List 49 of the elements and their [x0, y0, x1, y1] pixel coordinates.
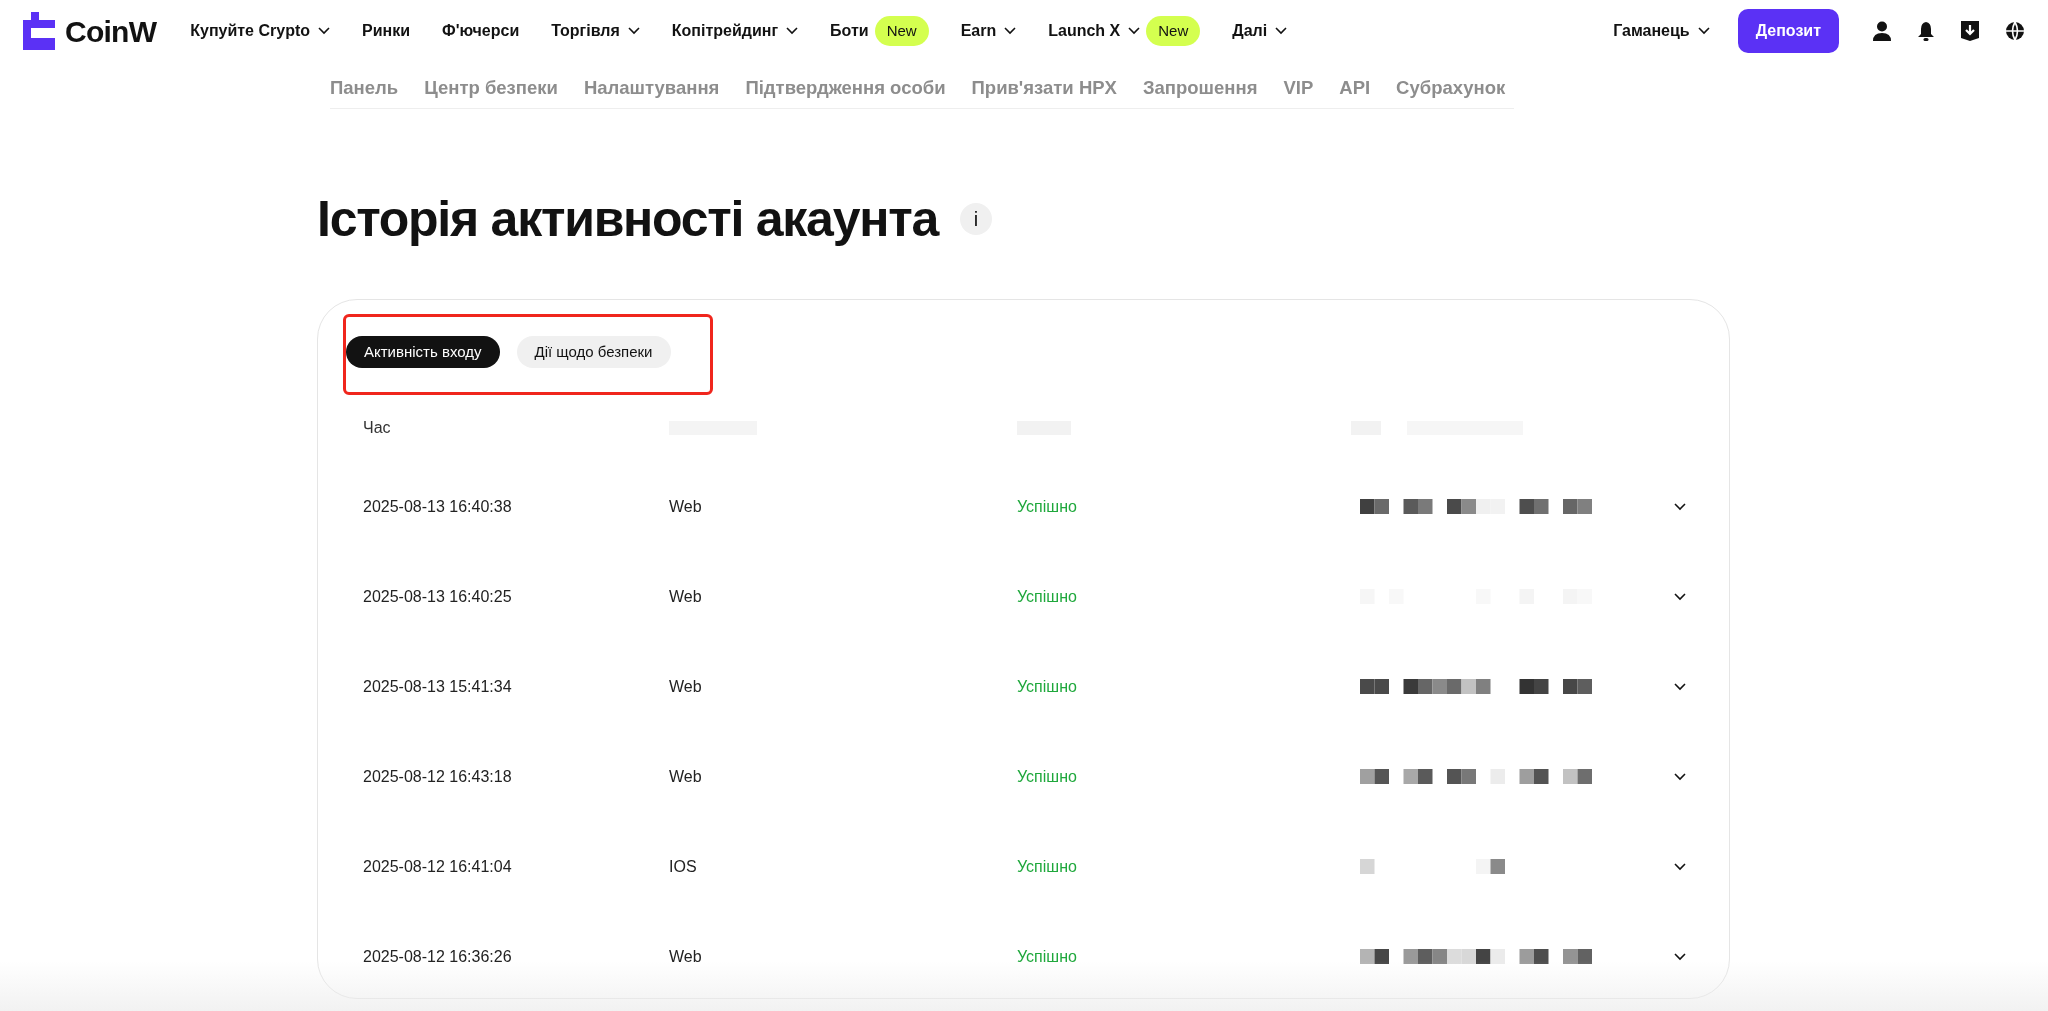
chevron-icon [1674, 862, 1686, 871]
nav-link[interactable]: Ф'ючерси [442, 19, 520, 43]
time-cell-text: 2025-08-13 16:40:38 [363, 496, 513, 517]
nav-link[interactable]: Далі [1232, 19, 1288, 43]
nav-link[interactable]: Торгівля [551, 19, 640, 43]
chevron-icon [1674, 592, 1686, 601]
nav-link[interactable]: Earn [960, 19, 1017, 43]
chevron-icon [1674, 772, 1686, 781]
chevron-icon [1674, 952, 1686, 961]
column-header: Час [363, 417, 392, 438]
user-icon[interactable] [1873, 21, 1891, 41]
nav-link[interactable]: Launch X [1048, 19, 1141, 43]
status-cell-text: Успішно [1017, 856, 1078, 877]
deposit-button[interactable]: Депозит [1737, 9, 1839, 53]
status-cell-text: Успішно [1017, 586, 1078, 607]
device-cell-text: Web [669, 586, 703, 607]
filter-tab[interactable]: Активність входу [346, 335, 500, 368]
logo-icon [23, 12, 55, 50]
device-cell-text: Web [669, 676, 703, 697]
chevron-icon [1674, 502, 1686, 511]
time-cell-text: 2025-08-13 16:40:25 [363, 586, 513, 607]
device-cell-text: Web [669, 766, 703, 787]
download-icon[interactable] [1961, 21, 1979, 41]
filter-tab[interactable]: Дії щодо безпеки [516, 335, 671, 368]
wallet-menu[interactable]: Гаманець [1613, 19, 1710, 43]
logo-text[interactable]: CoinW [65, 8, 157, 54]
bell-icon[interactable] [1917, 21, 1935, 41]
nav-link[interactable]: Купуйте Crypto [190, 19, 330, 43]
info-button[interactable]: i [959, 202, 992, 235]
caret-icon [1697, 27, 1710, 35]
time-cell-text: 2025-08-12 16:36:26 [363, 946, 513, 967]
nav-link[interactable]: Копітрейдинг [671, 19, 799, 43]
globe-icon[interactable] [2005, 21, 2025, 41]
device-cell-text: Web [669, 946, 703, 967]
new-badge: New [874, 15, 929, 47]
page-title: Історія активності акаунта [317, 193, 938, 244]
new-badge: New [1146, 15, 1201, 47]
chevron-icon [1674, 682, 1686, 691]
nav-link[interactable]: Боти [830, 19, 869, 43]
status-cell-text: Успішно [1017, 676, 1078, 697]
nav-link[interactable]: Ринки [362, 19, 411, 43]
time-cell-text: 2025-08-12 16:43:18 [363, 766, 513, 787]
status-cell-text: Успішно [1017, 766, 1078, 787]
time-cell-text: 2025-08-13 15:41:34 [363, 676, 513, 697]
status-cell-text: Успішно [1017, 496, 1078, 517]
time-cell-text: 2025-08-12 16:41:04 [363, 856, 513, 877]
status-cell-text: Успішно [1017, 946, 1078, 967]
device-cell-text: IOS [669, 856, 698, 877]
device-cell-text: Web [669, 496, 703, 517]
